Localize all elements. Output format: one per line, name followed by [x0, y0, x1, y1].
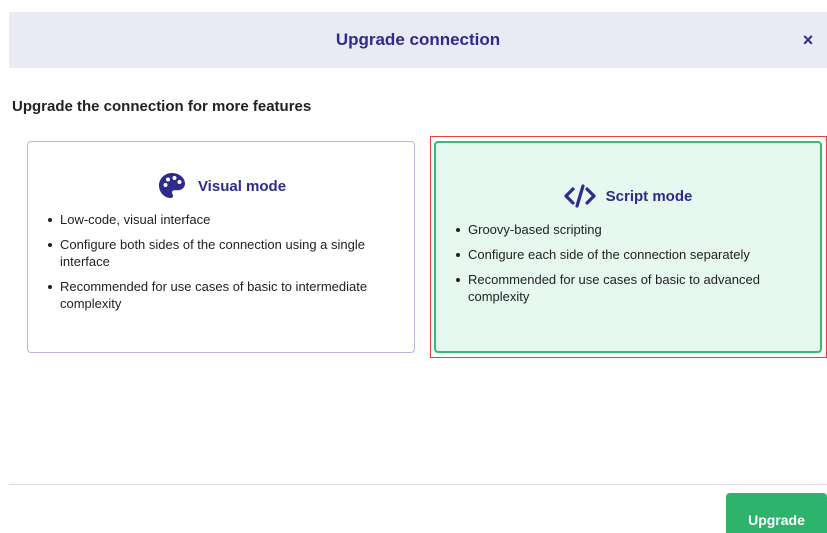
dialog-subtitle: Upgrade the connection for more features	[12, 98, 312, 115]
code-icon	[564, 180, 596, 212]
list-item: Configure each side of the connection se…	[454, 246, 802, 263]
footer-divider	[9, 484, 827, 485]
list-item: Low-code, visual interface	[46, 211, 396, 228]
dialog-title: Upgrade connection	[335, 30, 501, 49]
script-mode-header: Script mode	[436, 180, 820, 212]
visual-mode-header: Visual mode	[28, 170, 414, 202]
upgrade-button[interactable]: Upgrade	[726, 493, 827, 533]
list-item: Recommended for use cases of basic to ad…	[454, 271, 802, 305]
visual-mode-card[interactable]: Visual mode Low-code, visual interface C…	[27, 141, 415, 353]
visual-mode-feature-list: Low-code, visual interface Configure bot…	[46, 211, 396, 320]
script-mode-feature-list: Groovy-based scripting Configure each si…	[454, 221, 802, 313]
palette-icon	[156, 170, 188, 202]
list-item: Recommended for use cases of basic to in…	[46, 278, 396, 312]
dialog-header: Upgrade connection ×	[9, 12, 827, 68]
list-item: Configure both sides of the connection u…	[46, 236, 396, 270]
list-item: Groovy-based scripting	[454, 221, 802, 238]
script-mode-card[interactable]: Script mode Groovy-based scripting Confi…	[434, 141, 822, 353]
close-icon[interactable]: ×	[798, 30, 818, 50]
script-mode-title: Script mode	[605, 187, 693, 205]
visual-mode-title: Visual mode	[197, 177, 287, 195]
